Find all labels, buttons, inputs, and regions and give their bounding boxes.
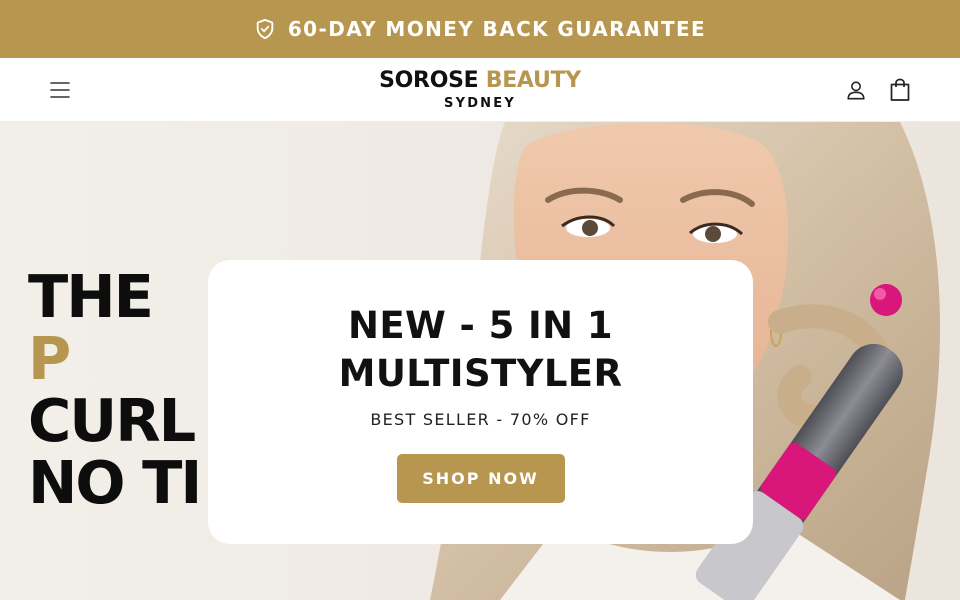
logo-main: SOROSE <box>379 68 479 93</box>
site-header: SOROSE BEAUTY SYDNEY <box>0 58 960 122</box>
promo-subtitle: BEST SELLER - 70% OFF <box>370 410 591 429</box>
headline-accent: P <box>28 324 71 393</box>
shopping-bag-icon[interactable] <box>886 75 914 105</box>
announcement-bar: 60-DAY MONEY BACK GUARANTEE <box>0 0 960 58</box>
account-icon[interactable] <box>842 76 870 104</box>
headline-line3: NO TI <box>28 448 202 517</box>
brand-logo[interactable]: SOROSE BEAUTY SYDNEY <box>0 68 960 112</box>
shop-now-button[interactable]: SHOP NOW <box>396 454 565 503</box>
promo-title-line2: MULTISTYLER <box>338 352 623 395</box>
promo-card: NEW - 5 IN 1 MULTISTYLER BEST SELLER - 7… <box>208 260 753 544</box>
headline-line2: CURL <box>28 386 196 455</box>
hero-headline: THE P CURL NO TI <box>28 262 202 517</box>
logo-sub: SYDNEY <box>444 96 516 111</box>
promo-title: NEW - 5 IN 1 MULTISTYLER <box>208 302 753 398</box>
headline-line1: THE <box>28 262 154 331</box>
promo-title-line1: NEW - 5 IN 1 <box>348 304 613 347</box>
hero-banner: THE P CURL NO TI NEW - 5 IN 1 MULTISTYLE… <box>0 122 960 600</box>
logo-accent: BEAUTY <box>485 68 581 93</box>
announcement-text: 60-DAY MONEY BACK GUARANTEE <box>287 17 707 41</box>
shield-check-icon <box>254 18 276 40</box>
